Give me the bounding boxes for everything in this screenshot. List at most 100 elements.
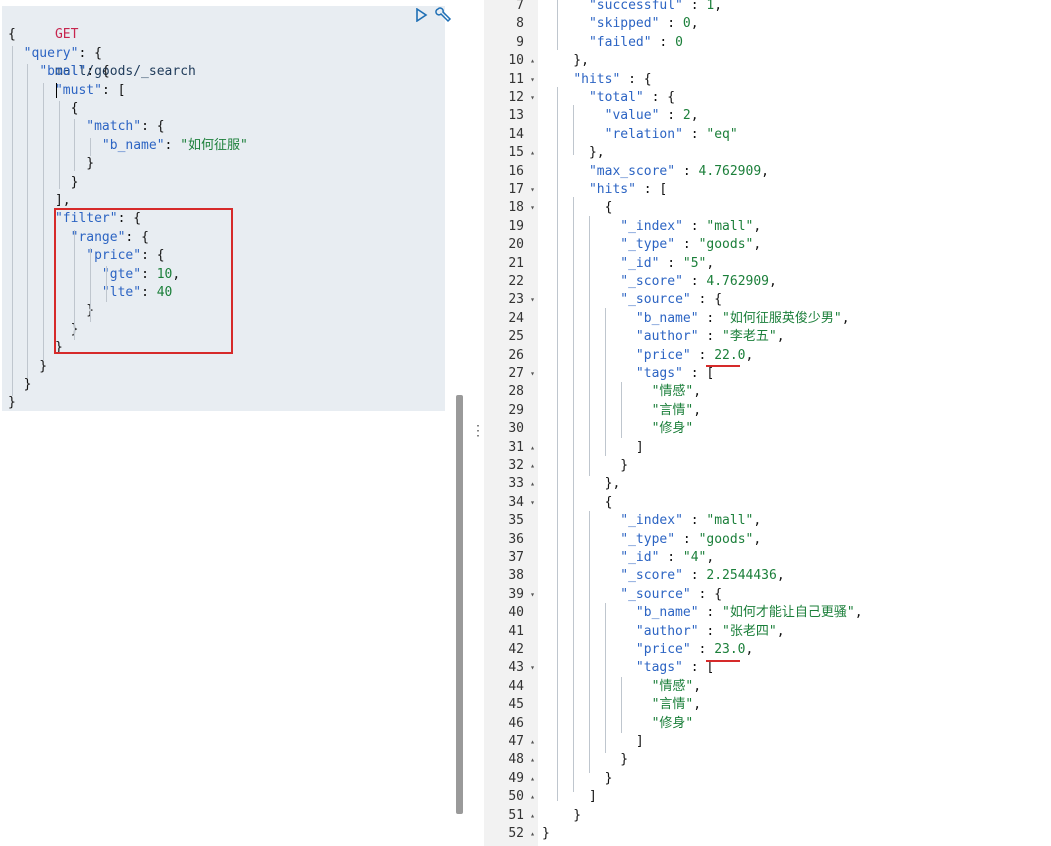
response-line[interactable]: "_index" : "mall", [542, 218, 761, 236]
indent-guide [90, 138, 91, 156]
request-body-line[interactable]: "must": [ [8, 82, 125, 100]
play-icon[interactable] [412, 6, 430, 24]
json-punctuation: : [651, 34, 676, 50]
response-line[interactable]: "修身" [542, 715, 694, 733]
response-line[interactable]: "_id" : "4", [542, 549, 714, 567]
response-line[interactable]: "skipped" : 0, [542, 15, 699, 33]
line-number: 11 ▾ [484, 71, 538, 89]
response-line[interactable]: "total" : { [542, 89, 675, 107]
request-body-line[interactable]: "match": { [8, 118, 164, 136]
json-punctuation: : [659, 550, 683, 565]
response-line[interactable]: "_source" : { [542, 586, 722, 604]
request-body-line[interactable]: "query": { [8, 45, 102, 63]
response-line[interactable]: "successful" : 1, [542, 0, 722, 15]
response-line[interactable]: ] [542, 788, 597, 806]
response-line[interactable]: "b_name" : "如何才能让自己更骚", [542, 604, 863, 622]
line-number: 47 ▴ [484, 733, 538, 751]
response-line[interactable]: }, [542, 52, 589, 70]
response-line[interactable]: "author" : "张老四", [542, 623, 785, 641]
response-line[interactable]: "value" : 2, [542, 107, 699, 125]
fold-arrow-up-icon[interactable]: ▴ [530, 475, 535, 493]
fold-arrow-down-icon[interactable]: ▾ [530, 494, 535, 512]
line-number: 21 [484, 255, 538, 273]
response-line[interactable]: "relation" : "eq" [542, 126, 738, 144]
request-body-line[interactable]: { [8, 26, 16, 44]
line-number: 52 ▴ [484, 825, 538, 843]
fold-arrow-down-icon[interactable]: ▾ [530, 181, 535, 199]
json-value: 23.0 [714, 642, 746, 657]
fold-arrow-up-icon[interactable]: ▴ [530, 807, 535, 825]
fold-arrow-up-icon[interactable]: ▴ [530, 439, 535, 457]
fold-arrow-down-icon[interactable]: ▾ [530, 659, 535, 677]
response-line[interactable]: } [542, 770, 613, 788]
json-punctuation: }, [542, 53, 589, 69]
response-line[interactable]: "failed" : 0 [542, 34, 683, 52]
response-line[interactable]: "max_score" : 4.762909, [542, 163, 769, 181]
response-line[interactable]: "_type" : "goods", [542, 531, 761, 549]
json-key: "query" [23, 45, 79, 61]
fold-arrow-down-icon[interactable]: ▾ [530, 365, 535, 383]
response-line[interactable]: "author" : "李老五", [542, 328, 785, 346]
request-body-line[interactable]: "bool": { [8, 63, 109, 81]
response-line[interactable]: } [542, 457, 628, 475]
response-line[interactable]: "_score" : 4.762909, [542, 273, 777, 291]
json-key: "relation" [604, 126, 683, 142]
json-value: "eq" [706, 126, 738, 142]
line-number: 19 [484, 218, 538, 236]
json-punctuation: : [ [101, 82, 126, 98]
request-body-line[interactable]: } [8, 394, 16, 412]
fold-arrow-down-icon[interactable]: ▾ [530, 71, 535, 89]
vertical-ellipsis-icon[interactable]: ⋮ [471, 423, 485, 439]
line-number: 27 ▾ [484, 365, 538, 383]
indent-guide [43, 83, 44, 361]
fold-arrow-up-icon[interactable]: ▴ [530, 825, 535, 843]
response-line[interactable]: } [542, 807, 581, 825]
fold-arrow-up-icon[interactable]: ▴ [530, 457, 535, 475]
request-scrollbar[interactable] [456, 395, 463, 814]
response-line[interactable]: "_source" : { [542, 291, 722, 309]
response-line[interactable]: "修身" [542, 420, 694, 438]
fold-arrow-up-icon[interactable]: ▴ [530, 788, 535, 806]
line-number: 38 [484, 567, 538, 585]
fold-arrow-up-icon[interactable]: ▴ [530, 52, 535, 70]
response-line[interactable]: "_type" : "goods", [542, 236, 761, 254]
json-punctuation: : [698, 310, 723, 326]
fold-arrow-down-icon[interactable]: ▾ [530, 586, 535, 604]
json-key: "_id" [620, 550, 660, 565]
response-line[interactable]: } [542, 751, 628, 769]
response-line[interactable]: "tags" : [ [542, 365, 714, 383]
response-line[interactable]: "_index" : "mall", [542, 512, 761, 530]
line-number: 7 [484, 0, 538, 15]
json-key: "_type" [620, 531, 676, 547]
wrench-icon[interactable] [434, 6, 452, 24]
fold-arrow-up-icon[interactable]: ▴ [530, 770, 535, 788]
fold-arrow-up-icon[interactable]: ▴ [530, 733, 535, 751]
response-line[interactable]: "hits" : { [542, 71, 651, 89]
json-punctuation: : [698, 605, 723, 621]
line-number-text: 51 [508, 807, 524, 823]
fold-arrow-down-icon[interactable]: ▾ [530, 291, 535, 309]
line-number-text: 30 [508, 421, 524, 437]
response-line[interactable]: { [542, 494, 613, 512]
fold-arrow-down-icon[interactable]: ▾ [530, 89, 535, 107]
request-line[interactable]: GET mall/goods/_search [8, 8, 196, 98]
response-line[interactable]: "_score" : 2.2544436, [542, 567, 784, 585]
response-line[interactable]: }, [542, 475, 621, 493]
fold-arrow-up-icon[interactable]: ▴ [530, 144, 535, 162]
json-punctuation: : [ [682, 366, 715, 381]
json-punctuation: , [776, 623, 785, 639]
response-line[interactable]: } [542, 825, 550, 843]
line-number: 37 [484, 549, 538, 567]
line-number: 49 ▴ [484, 770, 538, 788]
json-key: "_id" [620, 255, 660, 271]
fold-arrow-up-icon[interactable]: ▴ [530, 751, 535, 769]
response-line[interactable]: "hits" : [ [542, 181, 667, 199]
fold-arrow-down-icon[interactable]: ▾ [530, 199, 535, 217]
response-line[interactable]: "_id" : "5", [542, 255, 714, 273]
request-body-line[interactable]: } [8, 155, 94, 173]
line-number-text: 24 [508, 310, 524, 326]
request-editor-pane[interactable]: GET mall/goods/_search { "query": { "boo… [0, 0, 468, 846]
response-line[interactable]: { [542, 199, 613, 217]
response-line[interactable]: "tags" : [ [542, 659, 714, 677]
response-viewer-pane[interactable]: 7 8 9 10 ▴ 11 ▾ 12 ▾ 13 14 15 ▴ 16 17 ▾ 18 ▾ 19 20 21 22 23 ▾ 24… [484, 0, 1051, 846]
